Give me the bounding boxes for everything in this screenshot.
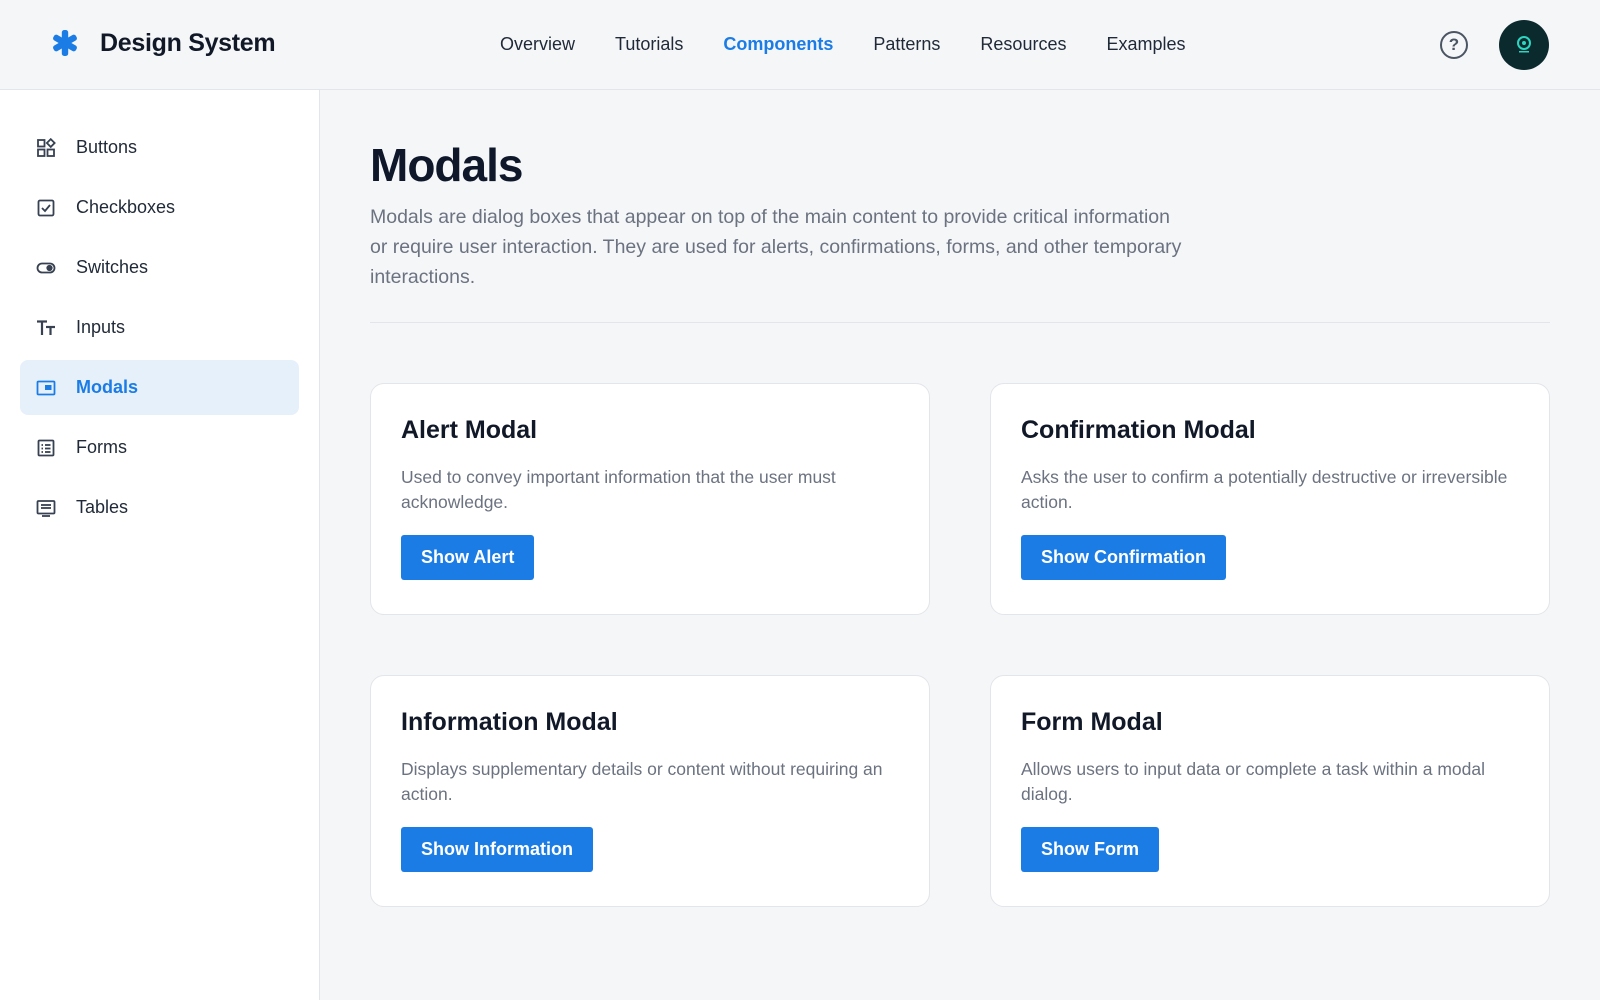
- nav-resources[interactable]: Resources: [980, 34, 1066, 55]
- toggle-icon: [36, 258, 56, 278]
- sidebar-item-checkboxes[interactable]: Checkboxes: [20, 180, 299, 235]
- sidebar-item-label: Modals: [76, 377, 139, 397]
- card-description: Displays supplementary details or conten…: [401, 759, 883, 804]
- sidebar: Buttons Checkboxes Switches Inputs Modal…: [0, 90, 320, 1000]
- show-form-button[interactable]: Show Form: [1021, 827, 1159, 872]
- sidebar-item-label: Checkboxes: [76, 197, 176, 217]
- card-description: Allows users to input data or complete a…: [1021, 759, 1485, 804]
- show-information-button[interactable]: Show Information: [401, 827, 593, 872]
- nav-overview[interactable]: Overview: [500, 34, 575, 55]
- sidebar-item-label: Buttons: [76, 137, 138, 157]
- form-list-icon: [36, 438, 56, 458]
- top-navigation-bar: Design System Overview Tutorials Compone…: [0, 0, 1600, 90]
- card-information-modal: Information Modal Displays supplementary…: [370, 675, 930, 907]
- card-confirmation-modal: Confirmation Modal Asks the user to conf…: [990, 383, 1550, 615]
- show-confirmation-button[interactable]: Show Confirmation: [1021, 535, 1226, 580]
- sidebar-item-label: Switches: [76, 257, 149, 277]
- card-title: Information Modal: [401, 708, 618, 736]
- nav-tutorials[interactable]: Tutorials: [615, 34, 683, 55]
- page-description: Modals are dialog boxes that appear on t…: [370, 206, 1182, 288]
- card-alert-modal: Alert Modal Used to convey important inf…: [370, 383, 930, 615]
- table-icon: [36, 498, 56, 518]
- sidebar-item-buttons[interactable]: Buttons: [20, 120, 299, 175]
- sidebar-item-label: Inputs: [76, 317, 126, 337]
- nav-examples[interactable]: Examples: [1106, 34, 1185, 55]
- sidebar-item-tables[interactable]: Tables: [20, 480, 299, 535]
- sidebar-item-modals[interactable]: Modals: [20, 360, 299, 415]
- main-nav: Overview Tutorials Components Patterns R…: [500, 34, 1226, 55]
- main-content: Modals Modals are dialog boxes that appe…: [370, 90, 1550, 907]
- card-title: Alert Modal: [401, 416, 538, 444]
- nav-patterns[interactable]: Patterns: [873, 34, 940, 55]
- user-avatar[interactable]: [1499, 20, 1549, 70]
- checkbox-icon: [36, 198, 56, 218]
- sidebar-item-label: Forms: [76, 437, 127, 457]
- avatar-logo-icon: [1517, 36, 1531, 53]
- text-icon: [36, 318, 56, 338]
- page-title: Modals: [370, 139, 523, 191]
- card-description: Asks the user to confirm a potentially d…: [1021, 467, 1508, 512]
- card-form-modal: Form Modal Allows users to input data or…: [990, 675, 1550, 907]
- brand-name: Design System: [100, 28, 276, 57]
- asterisk-icon: [50, 28, 80, 58]
- sidebar-item-switches[interactable]: Switches: [20, 240, 299, 295]
- modal-cards-grid: Alert Modal Used to convey important inf…: [370, 383, 1550, 907]
- card-title: Form Modal: [1021, 708, 1163, 736]
- card-title: Confirmation Modal: [1021, 416, 1256, 444]
- grid-shapes-icon: [36, 137, 56, 158]
- sidebar-item-label: Tables: [76, 497, 129, 517]
- sidebar-item-forms[interactable]: Forms: [20, 420, 299, 475]
- nav-components[interactable]: Components: [723, 34, 833, 55]
- help-circle-icon[interactable]: ?: [1440, 31, 1468, 59]
- show-alert-button[interactable]: Show Alert: [401, 535, 535, 580]
- modal-window-icon: [36, 378, 56, 398]
- divider: [370, 322, 1550, 323]
- brand[interactable]: Design System: [50, 28, 276, 58]
- sidebar-item-inputs[interactable]: Inputs: [20, 300, 299, 355]
- card-description: Used to convey important information tha…: [401, 467, 836, 512]
